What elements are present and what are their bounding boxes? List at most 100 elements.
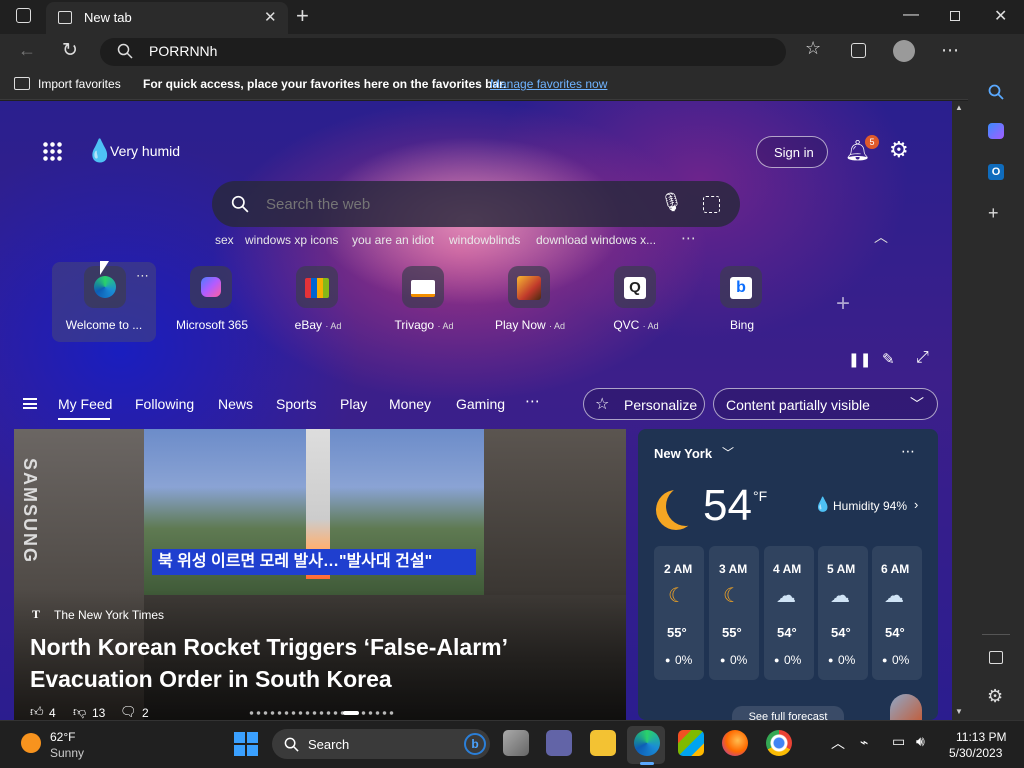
taskbar-weather-desc[interactable]: Sunny [50, 746, 84, 760]
show-hidden-icons-icon[interactable]: ︿ [831, 733, 845, 753]
address-text[interactable]: PORRNNh [149, 43, 217, 59]
close-window-icon[interactable]: ✕ [994, 6, 1007, 26]
add-sidebar-item-icon[interactable]: + [988, 203, 999, 224]
tab-play[interactable]: Play [340, 396, 367, 412]
suggestion-5[interactable]: download windows x... [536, 233, 656, 247]
task-view-icon[interactable] [503, 730, 529, 756]
humidity-chevron-icon[interactable]: › [914, 497, 918, 512]
suggestion-1[interactable]: sex [215, 233, 234, 247]
moon-cloud-icon: ☁ [830, 585, 850, 607]
apps-launcher-icon[interactable] [42, 141, 62, 161]
weather-more-icon[interactable]: ⋯ [901, 443, 915, 460]
hour-time: 2 AM [664, 562, 693, 576]
suggestion-3[interactable]: you are an idiot [352, 233, 434, 247]
edge-browser-icon[interactable] [634, 730, 660, 756]
scrollbar[interactable] [952, 101, 968, 720]
qvc-logo-icon: Q [624, 277, 646, 299]
new-tab-icon[interactable]: + [296, 3, 309, 29]
tab-following[interactable]: Following [135, 396, 194, 412]
taskbar-search-box[interactable] [272, 729, 490, 759]
chevron-down-icon: ﹀ [910, 396, 924, 412]
tab-my-feed[interactable]: My Feed [58, 396, 112, 412]
collections-icon[interactable] [851, 43, 866, 58]
teams-chat-icon[interactable] [546, 730, 572, 756]
comment-icon[interactable]: 🗨︎ [120, 704, 137, 720]
web-search-input[interactable] [266, 193, 646, 215]
restore-icon[interactable] [950, 11, 960, 21]
suggestion-2[interactable]: windows xp icons [245, 233, 338, 247]
hour-precip: 0% [838, 653, 856, 667]
firefox-icon[interactable] [722, 730, 748, 756]
volume-icon[interactable]: 🔊︎ [916, 733, 925, 750]
import-favorites-icon[interactable] [14, 77, 30, 90]
weather-assistant-icon[interactable] [890, 694, 922, 720]
outlook-icon[interactable]: O [988, 164, 1004, 180]
microsoft-store-icon[interactable] [678, 730, 704, 756]
visual-search-icon[interactable] [703, 196, 720, 213]
more-tabs-icon[interactable]: ⋯ [525, 392, 540, 410]
edit-background-icon[interactable]: ✎ [882, 350, 895, 368]
sidebar-settings-icon[interactable]: ⚙ [987, 686, 1003, 707]
humidity-value[interactable]: Humidity 94% [833, 499, 907, 513]
taskbar-time[interactable]: 11:13 PM [956, 730, 1006, 744]
fullscreen-icon[interactable]: ⤢ [916, 349, 929, 367]
scroll-up-icon[interactable]: ▲ [955, 103, 963, 112]
back-icon[interactable]: ← [18, 40, 36, 61]
tab-money[interactable]: Money [389, 396, 431, 412]
close-tab-icon[interactable]: ✕ [264, 8, 277, 26]
favorites-star-icon[interactable]: ☆ [805, 38, 821, 59]
suggestion-4[interactable]: windowblinds [449, 233, 520, 247]
profile-avatar[interactable] [893, 40, 915, 62]
moon-icon: ☾ [668, 585, 686, 607]
voice-search-icon[interactable]: 🎙︎ [660, 192, 683, 213]
more-suggestions-icon[interactable]: ⋯ [681, 229, 696, 247]
scroll-down-icon[interactable]: ▼ [955, 707, 963, 716]
add-quicklink-icon[interactable]: + [836, 290, 850, 318]
more-options-icon[interactable]: ⋯ [941, 40, 959, 61]
tab-actions-icon[interactable] [16, 8, 31, 23]
tab-gaming[interactable]: Gaming [456, 396, 505, 412]
minimize-icon[interactable]: — [903, 6, 919, 24]
pause-background-icon[interactable]: ❚❚ [848, 351, 871, 368]
weather-city[interactable]: New York [654, 446, 712, 461]
article-headline-line1[interactable]: North Korean Rocket Triggers ‘False-Alar… [30, 634, 508, 661]
carousel-dots[interactable] [248, 711, 394, 715]
tab-new-tab[interactable]: New tab ✕ [46, 2, 288, 34]
quicklink-more-icon[interactable]: ⋯ [136, 268, 149, 284]
chrome-icon[interactable] [766, 730, 792, 756]
dislike-count: 13 [92, 706, 106, 720]
sidebar-divider [982, 634, 1010, 635]
dislike-icon[interactable]: 👎︎ [73, 704, 86, 720]
tab-title: New tab [84, 10, 132, 25]
hide-sidebar-icon[interactable] [989, 651, 1003, 664]
humidity-drop-icon: 💧 [814, 496, 832, 512]
file-explorer-icon[interactable] [590, 730, 616, 756]
display-icon[interactable]: ▭ [892, 733, 905, 750]
quicklink-qvc-label: QVC · Ad [613, 318, 659, 332]
settings-gear-icon[interactable]: ⚙ [889, 137, 909, 163]
refresh-icon[interactable]: ↻ [62, 39, 78, 62]
import-favorites-label[interactable]: Import favorites [38, 77, 121, 91]
manage-favorites-link[interactable]: Manage favorites now [490, 77, 607, 91]
hour-time: 3 AM [719, 562, 748, 576]
collapse-chevron-icon[interactable]: ︿ [874, 227, 888, 247]
windows-start-icon[interactable] [234, 732, 258, 756]
hour-temp: 55° [722, 625, 742, 640]
network-icon[interactable]: ⌁ [860, 734, 868, 751]
news-image-right [484, 429, 626, 595]
tab-sports[interactable]: Sports [276, 396, 316, 412]
city-chevron-icon[interactable]: ﹀ [722, 444, 734, 461]
taskbar-weather-temp[interactable]: 62°F [50, 730, 75, 744]
crescent-moon-icon [666, 486, 706, 526]
bing-search-icon[interactable]: b [464, 733, 486, 755]
see-full-forecast-button[interactable]: See full forecast [732, 706, 844, 720]
copilot-icon[interactable] [988, 123, 1004, 139]
personalize-sparkle-icon: ☆ [595, 396, 610, 413]
taskbar-date[interactable]: 5/30/2023 [949, 746, 1002, 760]
like-icon[interactable]: 👍︎ [30, 704, 44, 720]
tab-news[interactable]: News [218, 396, 253, 412]
article-headline-line2[interactable]: Evacuation Order in South Korea [30, 666, 392, 693]
article-source[interactable]: The New York Times [54, 608, 164, 622]
sidebar-search-icon[interactable] [988, 84, 1004, 100]
weather-note[interactable]: Very humid [110, 143, 180, 159]
